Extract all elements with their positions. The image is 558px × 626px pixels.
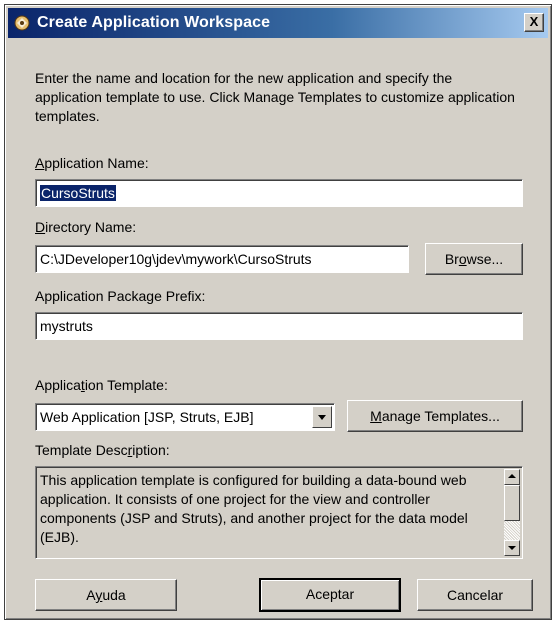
application-name-label: Application Name: [35, 155, 149, 171]
application-template-select[interactable]: Web Application [JSP, Struts, EJB] [35, 403, 335, 431]
window-title: Create Application Workspace [37, 14, 271, 31]
help-button[interactable]: Ayuda [35, 579, 177, 611]
browse-button[interactable]: Browse... [425, 243, 523, 275]
application-template-value: Web Application [JSP, Struts, EJB] [40, 409, 254, 425]
directory-name-input[interactable]: C:\JDeveloper10g\jdev\mywork\CursoStruts [35, 245, 409, 273]
manage-templates-button[interactable]: Manage Templates... [347, 400, 523, 432]
ok-button[interactable]: Aceptar [259, 578, 401, 612]
package-prefix-input[interactable]: mystruts [35, 312, 523, 340]
intro-text: Enter the name and location for the new … [35, 70, 515, 124]
chevron-down-icon[interactable] [312, 406, 332, 428]
application-name-input[interactable]: CursoStruts [35, 179, 523, 207]
scroll-down-icon[interactable] [504, 540, 520, 556]
package-prefix-label: Application Package Prefix: [35, 288, 206, 304]
scrollbar-thumb[interactable] [504, 485, 520, 521]
application-name-value: CursoStruts [40, 185, 116, 201]
directory-name-label: Directory Name: [35, 219, 137, 235]
template-description-label: Template Description: [35, 442, 170, 458]
template-description-textarea[interactable]: This application template is configured … [35, 466, 523, 559]
application-template-label: Application Template: [35, 377, 168, 393]
create-application-workspace-dialog: Create Application Workspace X Enter the… [4, 4, 552, 620]
scrollbar-track[interactable] [504, 521, 520, 540]
template-description-text: This application template is configured … [40, 472, 468, 545]
title-bar[interactable]: Create Application Workspace X [8, 8, 548, 38]
cancel-button[interactable]: Cancelar [417, 579, 533, 611]
jdeveloper-app-icon [14, 15, 30, 31]
description-scrollbar[interactable] [504, 469, 520, 556]
close-icon[interactable]: X [524, 13, 544, 32]
scroll-up-icon[interactable] [504, 469, 520, 485]
